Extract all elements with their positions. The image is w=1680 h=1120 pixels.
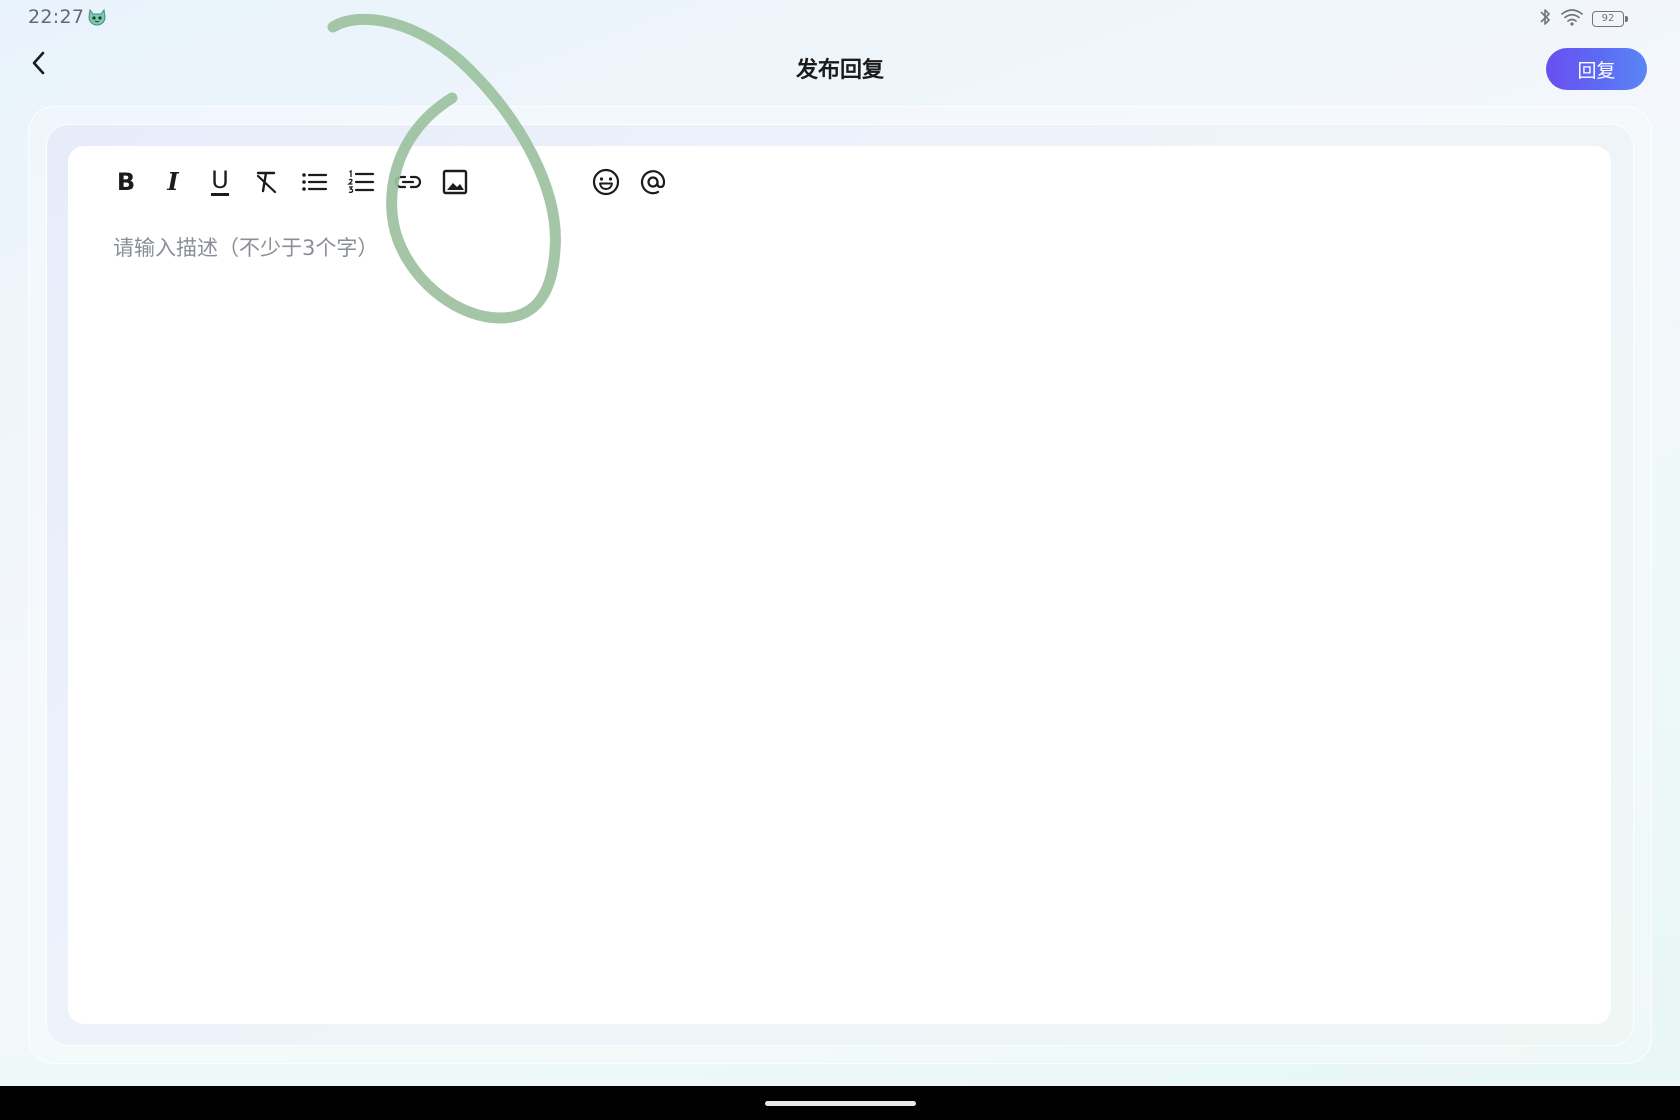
at-mention-icon: [638, 167, 668, 197]
link-button[interactable]: [390, 164, 426, 200]
italic-button[interactable]: I: [155, 164, 191, 200]
mention-button[interactable]: [635, 164, 671, 200]
status-bar: 22:27 92: [0, 0, 1680, 36]
italic-icon: I: [167, 167, 179, 196]
bold-button[interactable]: B: [108, 164, 144, 200]
description-input[interactable]: [113, 232, 1563, 992]
header: 发布回复 回复: [0, 40, 1680, 100]
rich-text-editor: B I U: [68, 146, 1611, 1024]
clear-format-button[interactable]: [249, 164, 285, 200]
home-indicator[interactable]: [765, 1101, 916, 1106]
bullet-list-button[interactable]: [296, 164, 332, 200]
reply-button[interactable]: 回复: [1546, 48, 1647, 90]
cartoon-cat-icon: [87, 8, 107, 26]
bullet-list-icon: [300, 168, 328, 196]
numbered-list-icon: [347, 168, 375, 196]
status-time: 22:27: [28, 6, 85, 28]
underline-icon: U: [211, 166, 229, 196]
system-nav-bar: [0, 1086, 1680, 1120]
emoji-icon: [591, 167, 621, 197]
battery-icon: 92: [1592, 11, 1628, 27]
image-icon: [441, 168, 469, 196]
link-icon: [393, 168, 423, 196]
numbered-list-button[interactable]: [343, 164, 379, 200]
bluetooth-icon: [1538, 7, 1552, 31]
underline-button[interactable]: U: [202, 164, 238, 200]
page-title: 发布回复: [795, 58, 884, 83]
battery-level: 92: [1601, 13, 1615, 24]
image-button[interactable]: [437, 164, 473, 200]
bold-icon: B: [116, 168, 136, 196]
wifi-icon: [1560, 7, 1584, 31]
emoji-button[interactable]: [588, 164, 624, 200]
status-icons: 92: [1538, 7, 1628, 31]
clear-format-icon: [253, 168, 281, 196]
